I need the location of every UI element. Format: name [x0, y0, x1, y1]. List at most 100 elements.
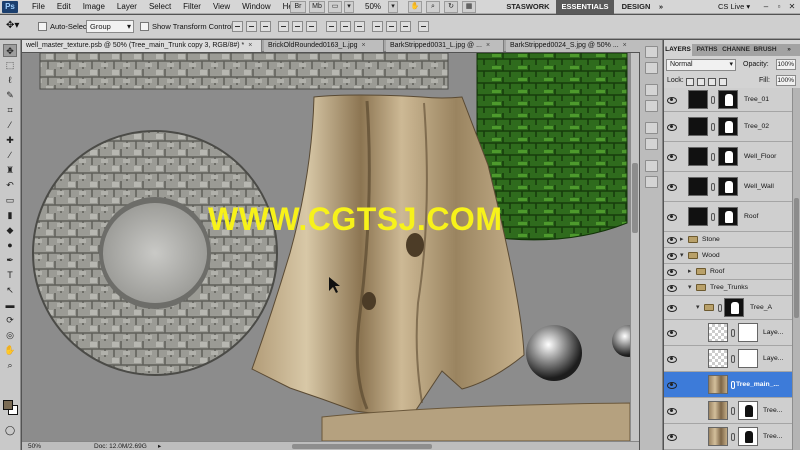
crop-tool-icon[interactable]: ⌗ — [3, 104, 17, 117]
zoom-tool-icon[interactable]: ⌕ — [3, 359, 17, 372]
blend-mode-dropdown[interactable]: Normal — [666, 59, 736, 71]
move-tool-preset-icon[interactable]: ✥▾ — [6, 20, 19, 31]
layer-mask-thumbnail[interactable] — [718, 90, 738, 109]
character-panel-icon[interactable] — [645, 160, 658, 172]
eye-icon[interactable] — [667, 183, 677, 191]
opacity-input[interactable]: 100% — [776, 59, 796, 70]
mini-bridge-button[interactable]: Mb — [309, 1, 325, 13]
3d-orbit-tool-icon[interactable]: ◎ — [3, 329, 17, 342]
rotate-view-icon[interactable]: ↻ — [444, 1, 458, 13]
status-menu-arrow-icon[interactable]: ▸ — [158, 442, 161, 450]
group-row-tree-trunks[interactable]: ▾ Tree_Trunks — [664, 280, 800, 296]
eye-icon[interactable] — [667, 153, 677, 161]
align-vcenter-icon[interactable] — [246, 21, 257, 32]
group-row-tree-a[interactable]: ▾ Tree_A — [664, 296, 800, 320]
canvas-vertical-scrollbar[interactable] — [630, 53, 639, 441]
eye-icon[interactable] — [667, 268, 677, 276]
menu-window[interactable]: Window — [236, 0, 276, 14]
align-left-icon[interactable] — [278, 21, 289, 32]
workspace-more-chevron[interactable]: » — [656, 0, 666, 14]
gradient-tool-icon[interactable]: ▮ — [3, 209, 17, 222]
eye-icon[interactable] — [667, 123, 677, 131]
menu-view[interactable]: View — [207, 0, 236, 14]
group-mask-thumbnail[interactable] — [724, 298, 744, 317]
auto-align-icon[interactable] — [418, 21, 429, 32]
align-hcenter-icon[interactable] — [292, 21, 303, 32]
foreground-color-swatch[interactable] — [3, 400, 13, 410]
tab-layers[interactable]: LAYERS — [664, 44, 692, 56]
eye-icon[interactable] — [667, 355, 677, 363]
tab-brick-old-rounded[interactable]: BrickOldRounded0163_L.jpg × — [264, 40, 384, 52]
eye-icon[interactable] — [667, 213, 677, 221]
chain-icon[interactable] — [731, 433, 735, 441]
close-icon[interactable]: ✕ — [786, 1, 798, 12]
tab-bark-stripped-0024[interactable]: BarkStripped0024_S.jpg @ 50% ... × — [506, 40, 642, 52]
expanded-arrow-icon[interactable]: ▾ — [680, 251, 684, 259]
layer-row[interactable]: Well_Wall — [664, 172, 800, 202]
close-icon[interactable]: × — [623, 40, 627, 52]
tab-well-master-texture[interactable]: well_master_texture.psb @ 50% (Tree_main… — [22, 40, 262, 52]
tab-paths[interactable]: PATHS — [694, 44, 720, 56]
brush-tool-icon[interactable]: ∕ — [3, 149, 17, 162]
hand-icon[interactable]: ✋ — [408, 1, 422, 13]
eye-icon[interactable] — [667, 407, 677, 415]
layer-row[interactable]: Laye... — [664, 346, 800, 372]
chain-icon[interactable] — [711, 153, 715, 161]
group-row-wood[interactable]: ▾ Wood — [664, 248, 800, 264]
adjustments-panel-icon[interactable] — [645, 122, 658, 134]
shape-tool-icon[interactable]: ▬ — [3, 299, 17, 312]
tab-channels[interactable]: CHANNE — [721, 44, 751, 56]
path-select-tool-icon[interactable]: ↖ — [3, 284, 17, 297]
layers-scrollbar[interactable] — [792, 88, 800, 450]
marquee-tool-icon[interactable]: ⬚ — [3, 59, 17, 72]
eye-icon[interactable] — [667, 252, 677, 260]
scrollbar-thumb[interactable] — [794, 198, 799, 318]
quick-select-tool-icon[interactable]: ✎ — [3, 89, 17, 102]
eye-icon[interactable] — [667, 329, 677, 337]
eye-icon[interactable] — [667, 433, 677, 441]
zoom-level[interactable]: 50% — [365, 0, 381, 14]
chain-icon[interactable] — [711, 96, 715, 104]
document-canvas[interactable]: WWW.CGTSJ.COM — [22, 53, 630, 441]
eye-icon[interactable] — [667, 236, 677, 244]
layer-mask-thumbnail[interactable] — [738, 401, 758, 420]
eraser-tool-icon[interactable]: ▭ — [3, 194, 17, 207]
minimize-icon[interactable]: – — [760, 1, 772, 12]
tab-bark-stripped-0031[interactable]: BarkStripped0031_L.jpg @ ... × — [386, 40, 504, 52]
menu-filter[interactable]: Filter — [177, 0, 207, 14]
menu-layer[interactable]: Layer — [111, 0, 143, 14]
auto-select-dropdown[interactable]: Group — [86, 20, 134, 33]
layer-row[interactable]: Tree_01 — [664, 88, 800, 112]
collapsed-arrow-icon[interactable]: ▸ — [680, 235, 684, 243]
group-row-roof[interactable]: ▸ Roof — [664, 264, 800, 280]
history-panel-icon[interactable] — [645, 46, 658, 58]
zoom-icon[interactable]: ⌕ — [426, 1, 440, 13]
3d-rotate-tool-icon[interactable]: ⟳ — [3, 314, 17, 327]
workspace-staswork[interactable]: STASWORK — [503, 0, 553, 14]
show-transform-controls-checkbox[interactable] — [140, 22, 149, 31]
zoom-dropdown[interactable]: ▾ — [388, 1, 398, 13]
hand-tool-icon[interactable]: ✋ — [3, 344, 17, 357]
menu-select[interactable]: Select — [143, 0, 177, 14]
chain-icon[interactable] — [731, 329, 735, 337]
layer-mask-thumbnail[interactable] — [718, 177, 738, 196]
view-extras-button[interactable]: ▭ — [328, 1, 342, 13]
distribute-left-icon[interactable] — [372, 21, 383, 32]
layer-mask-thumbnail[interactable] — [738, 323, 758, 342]
cs-live-button[interactable]: CS Live ▾ — [718, 0, 750, 14]
expanded-arrow-icon[interactable]: ▾ — [688, 283, 692, 291]
distribute-vcenter-icon[interactable] — [340, 21, 351, 32]
fill-input[interactable]: 100% — [776, 75, 796, 86]
quick-mask-icon[interactable]: ◯ — [3, 424, 17, 437]
lock-transparency-icon[interactable] — [686, 78, 694, 86]
lock-image-icon[interactable] — [697, 78, 705, 86]
chain-icon[interactable] — [731, 355, 735, 363]
menu-image[interactable]: Image — [77, 0, 111, 14]
tab-brush[interactable]: BRUSH — [752, 44, 778, 56]
view-extras-dropdown[interactable]: ▾ — [344, 1, 354, 13]
move-tool-icon[interactable]: ✥ — [3, 44, 17, 57]
lasso-tool-icon[interactable]: ℓ — [3, 74, 17, 87]
close-icon[interactable]: × — [248, 40, 252, 52]
color-panel-icon[interactable] — [645, 84, 658, 96]
eye-icon[interactable] — [667, 284, 677, 292]
